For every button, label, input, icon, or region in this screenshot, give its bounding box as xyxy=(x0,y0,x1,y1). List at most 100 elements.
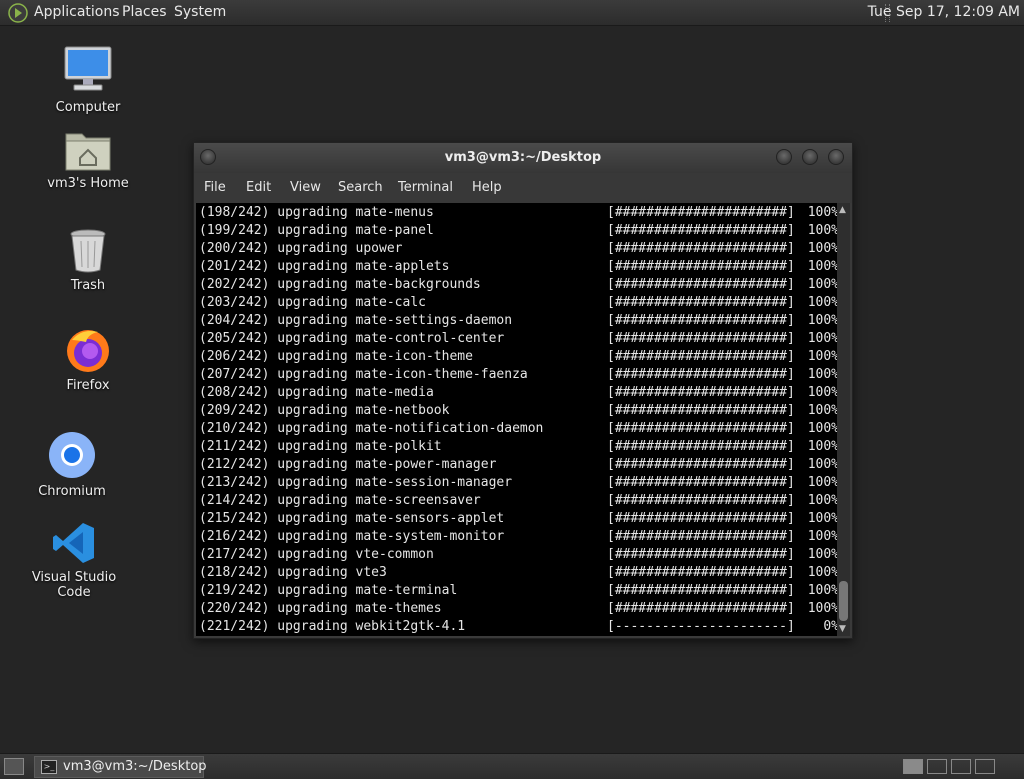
terminal-progress-percent: 100% xyxy=(807,457,837,472)
terminal-progress-percent: 100% xyxy=(807,313,837,328)
terminal-progress-bar: [----------------------] xyxy=(607,619,795,634)
terminal-line-text: (215/242) upgrading mate-sensors-applet xyxy=(199,511,505,526)
terminal-progress-percent: 100% xyxy=(807,421,837,436)
terminal-menubar: File Edit View Search Terminal Help xyxy=(194,173,852,203)
terminal-progress-percent: 100% xyxy=(807,583,837,598)
terminal-progress-bar: [######################] xyxy=(607,223,795,238)
terminal-line-text: (212/242) upgrading mate-power-manager xyxy=(199,457,497,472)
scroll-up-arrow-icon[interactable]: ▲ xyxy=(839,205,846,215)
terminal-progress-percent: 100% xyxy=(807,547,837,562)
terminal-line-text: (211/242) upgrading mate-polkit xyxy=(199,439,442,454)
clock[interactable]: Tue Sep 17, 12:09 AM xyxy=(868,4,1020,20)
terminal-progress-bar: [######################] xyxy=(607,475,795,490)
chromium-icon xyxy=(49,432,95,478)
workspace-3[interactable] xyxy=(951,759,971,774)
terminal-progress-bar: [######################] xyxy=(607,385,795,400)
terminal-icon: >_ xyxy=(41,760,57,774)
menu-file[interactable]: File xyxy=(204,180,226,195)
show-desktop-icon[interactable] xyxy=(4,758,24,775)
terminal-progress-percent: 100% xyxy=(807,295,837,310)
terminal-line-text: (220/242) upgrading mate-themes xyxy=(199,601,442,616)
terminal-progress-bar: [######################] xyxy=(607,457,795,472)
terminal-line-text: (221/242) upgrading webkit2gtk-4.1 xyxy=(199,619,466,634)
terminal-progress-bar: [######################] xyxy=(607,493,795,508)
menu-places[interactable]: Places xyxy=(122,4,167,20)
terminal-line-text: (219/242) upgrading mate-terminal xyxy=(199,583,458,598)
workspace-2[interactable] xyxy=(927,759,947,774)
desktop-icon-firefox[interactable]: Firefox xyxy=(28,326,148,393)
terminal-progress-bar: [######################] xyxy=(607,529,795,544)
desktop-icon-computer[interactable]: Computer xyxy=(28,44,148,115)
menu-applications[interactable]: Applications xyxy=(34,4,120,20)
terminal-progress-bar: [######################] xyxy=(607,313,795,328)
desktop-icon-trash[interactable]: Trash xyxy=(28,228,148,293)
menu-help[interactable]: Help xyxy=(472,180,502,195)
terminal-line-text: (214/242) upgrading mate-screensaver xyxy=(199,493,481,508)
taskbar-button-label: vm3@vm3:~/Desktop xyxy=(63,759,207,774)
terminal-progress-percent: 100% xyxy=(807,403,837,418)
terminal-progress-percent: 100% xyxy=(807,475,837,490)
terminal-progress-bar: [######################] xyxy=(607,511,795,526)
trash-icon xyxy=(70,229,106,273)
terminal-line-text: (202/242) upgrading mate-backgrounds xyxy=(199,277,481,292)
desktop-icon-vscode[interactable]: Visual Studio Code xyxy=(14,520,134,600)
home-folder-icon xyxy=(65,133,111,171)
desktop-icon-home[interactable]: vm3's Home xyxy=(28,128,148,191)
terminal-line-text: (217/242) upgrading vte-common xyxy=(199,547,434,562)
terminal-progress-percent: 100% xyxy=(807,439,837,454)
workspace-1[interactable] xyxy=(903,759,923,774)
terminal-progress-bar: [######################] xyxy=(607,601,795,616)
firefox-icon xyxy=(67,330,109,372)
terminal-progress-bar: [######################] xyxy=(607,241,795,256)
maximize-button[interactable] xyxy=(802,149,818,165)
desktop-icon-label: Visual Studio Code xyxy=(31,570,117,600)
terminal-line-text: (204/242) upgrading mate-settings-daemon xyxy=(199,313,513,328)
taskbar-button-terminal[interactable]: >_ vm3@vm3:~/Desktop xyxy=(34,756,207,778)
desktop-icon-label: Firefox xyxy=(66,378,110,393)
terminal-progress-bar: [######################] xyxy=(607,421,795,436)
terminal-progress-percent: 100% xyxy=(807,277,837,292)
terminal-progress-percent: 100% xyxy=(807,601,837,616)
menu-edit[interactable]: Edit xyxy=(246,180,271,195)
close-button[interactable] xyxy=(828,149,844,165)
window-titlebar[interactable]: vm3@vm3:~/Desktop xyxy=(194,143,852,173)
vscode-icon xyxy=(53,523,94,563)
scroll-down-arrow-icon[interactable]: ▼ xyxy=(839,624,846,634)
terminal-progress-bar: [######################] xyxy=(607,259,795,274)
desktop-icon-label: Computer xyxy=(55,100,121,115)
terminal-line-text: (207/242) upgrading mate-icon-theme-faen… xyxy=(199,367,528,382)
menu-terminal[interactable]: Terminal xyxy=(398,180,453,195)
terminal-progress-bar: [######################] xyxy=(607,565,795,580)
terminal-progress-bar: [######################] xyxy=(607,295,795,310)
desktop-icon-label: vm3's Home xyxy=(47,176,129,191)
terminal-progress-bar: [######################] xyxy=(607,583,795,598)
terminal-line-text: (210/242) upgrading mate-notification-da… xyxy=(199,421,544,436)
terminal-line-text: (199/242) upgrading mate-panel xyxy=(199,223,434,238)
terminal-progress-percent: 100% xyxy=(807,331,837,346)
computer-icon xyxy=(64,46,112,91)
terminal-line-text: (203/242) upgrading mate-calc xyxy=(199,295,426,310)
workspace-4[interactable] xyxy=(975,759,995,774)
terminal-progress-percent: 100% xyxy=(807,529,837,544)
bottom-panel: >_ vm3@vm3:~/Desktop xyxy=(0,753,1024,779)
menu-system[interactable]: System xyxy=(174,4,226,20)
terminal-progress-bar: [######################] xyxy=(607,331,795,346)
terminal-line-text: (213/242) upgrading mate-session-manager xyxy=(199,475,513,490)
terminal-progress-percent: 100% xyxy=(807,511,837,526)
terminal-output[interactable]: (198/242) upgrading mate-menus [#########… xyxy=(196,203,837,636)
mate-logo-icon[interactable] xyxy=(8,3,28,23)
terminal-scrollbar[interactable]: ▲ ▼ xyxy=(837,203,850,636)
menu-search[interactable]: Search xyxy=(338,180,383,195)
terminal-line-text: (209/242) upgrading mate-netbook xyxy=(199,403,450,418)
terminal-progress-percent: 100% xyxy=(807,367,837,382)
terminal-progress-bar: [######################] xyxy=(607,367,795,382)
scroll-thumb[interactable] xyxy=(839,581,848,621)
terminal-progress-bar: [######################] xyxy=(607,439,795,454)
menu-view[interactable]: View xyxy=(290,180,321,195)
minimize-button[interactable] xyxy=(776,149,792,165)
desktop-icon-label: Chromium xyxy=(38,484,106,499)
terminal-progress-percent: 100% xyxy=(807,385,837,400)
terminal-progress-bar: [######################] xyxy=(607,349,795,364)
desktop-icon-chromium[interactable]: Chromium xyxy=(12,430,132,499)
terminal-line-text: (198/242) upgrading mate-menus xyxy=(199,205,434,220)
